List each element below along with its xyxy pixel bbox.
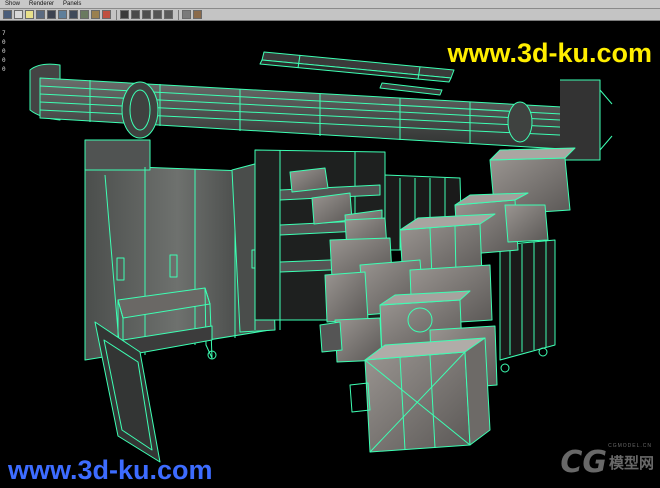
watermark-bottom: www.3d-ku.com: [8, 455, 213, 485]
cube-icon[interactable]: [36, 10, 45, 19]
sphere-icon[interactable]: [14, 10, 23, 19]
grid-icon[interactable]: [69, 10, 78, 19]
watermark-top: www.3d-ku.com: [447, 38, 652, 68]
toolbar-separator: [178, 9, 179, 20]
safe-action-icon[interactable]: [153, 10, 162, 19]
toolbar-separator: [116, 9, 117, 20]
menu-panels[interactable]: Panels: [63, 0, 81, 8]
camera-icon[interactable]: [3, 10, 12, 19]
menu-bar: Show Renderer Panels: [0, 0, 660, 9]
logo-cn: 模型网: [608, 455, 654, 472]
smooth-shade-icon[interactable]: [47, 10, 56, 19]
logo-site: CGMODEL.CN: [608, 443, 652, 449]
gamma-icon[interactable]: [193, 10, 202, 19]
logo-cg: CG: [560, 445, 607, 480]
cgmodel-logo: CGMODEL.CN CG 模型网: [560, 443, 654, 480]
field-chart-icon[interactable]: [164, 10, 173, 19]
menu-show[interactable]: Show: [5, 0, 20, 8]
hud-icon[interactable]: [120, 10, 129, 19]
isolate-icon[interactable]: [91, 10, 100, 19]
wireframe-scene: [29, 51, 613, 463]
menu-renderer[interactable]: Renderer: [29, 0, 54, 8]
viewport-toolbar: [0, 9, 660, 21]
3d-viewport[interactable]: 7 0 0 0 0 www.3d-ku.com www.3d-ku.com CG…: [0, 22, 660, 488]
bookmark-icon[interactable]: [182, 10, 191, 19]
textured-icon[interactable]: [58, 10, 67, 19]
light-bulb-icon[interactable]: [25, 10, 34, 19]
shadow-icon[interactable]: [80, 10, 89, 19]
resolution-gate-icon[interactable]: [131, 10, 140, 19]
xray-icon[interactable]: [102, 10, 111, 19]
film-gate-icon[interactable]: [142, 10, 151, 19]
